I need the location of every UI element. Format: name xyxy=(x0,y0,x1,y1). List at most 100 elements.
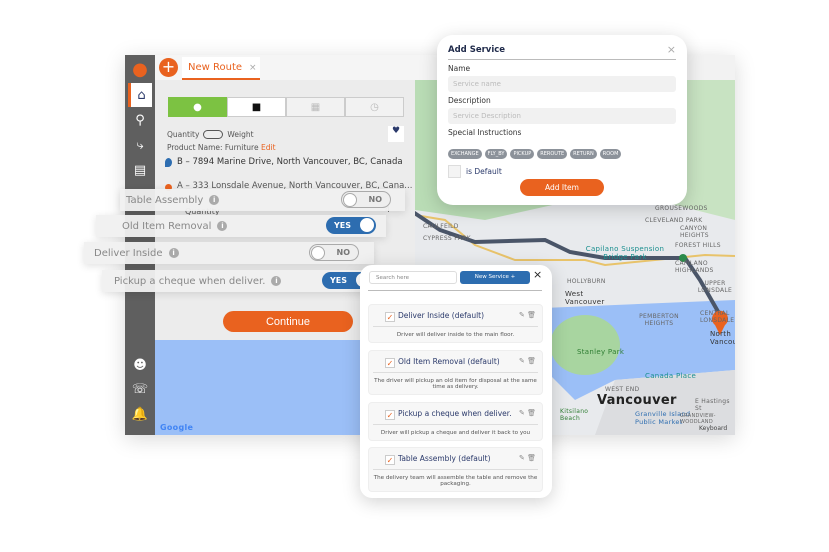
address-b: B – 7894 Marine Drive, North Vancouver, … xyxy=(177,157,403,167)
checkbox-checked-icon[interactable]: ✓ xyxy=(385,455,395,465)
headset-icon[interactable]: ☏ xyxy=(128,377,152,401)
close-icon[interactable]: × xyxy=(533,268,542,281)
info-icon[interactable]: i xyxy=(209,195,220,205)
chip-exchange[interactable]: EXCHANGE xyxy=(448,149,482,159)
info-icon[interactable]: i xyxy=(168,248,179,258)
map-label: CYPRESS PARK xyxy=(423,235,471,242)
map-label: North Vancouver xyxy=(710,330,735,346)
description-label: Description xyxy=(448,96,491,105)
step-calendar-icon[interactable]: ▦ xyxy=(286,97,345,117)
quantity-weight-toggle[interactable] xyxy=(203,130,224,139)
chip-pickup[interactable]: PICKUP xyxy=(510,149,535,159)
continue-button[interactable]: Continue xyxy=(223,311,353,332)
name-label: Name xyxy=(448,64,471,73)
edit-delete-icons[interactable]: ✎ 🗑 xyxy=(519,311,536,319)
map-label: CAULFEILD xyxy=(423,223,459,230)
map-label: GROUSEWOODS xyxy=(655,205,708,212)
info-icon[interactable]: i xyxy=(217,221,228,231)
toggle-row-pickup-cheque: Pickup a cheque when deliver. i YES xyxy=(102,270,372,292)
map-label: HOLLYBURN xyxy=(567,278,606,285)
chip-room[interactable]: ROOM xyxy=(599,149,622,159)
step-package-icon[interactable]: ■ xyxy=(227,97,286,117)
map-label: Vancouver xyxy=(597,393,677,408)
map-label: Kitsilano Beach xyxy=(560,408,589,422)
checkbox-checked-icon[interactable]: ✓ xyxy=(385,312,395,322)
edit-link[interactable]: Edit xyxy=(261,143,276,152)
service-title: Deliver Inside (default) xyxy=(398,311,485,320)
route-icon[interactable]: ⤷ xyxy=(128,133,152,157)
toggle-switch[interactable]: NO xyxy=(309,244,359,261)
special-instructions-label: Special Instructions xyxy=(448,128,522,137)
edit-delete-icons[interactable]: ✎ 🗑 xyxy=(519,357,536,365)
is-default-checkbox[interactable] xyxy=(448,165,461,178)
search-input[interactable]: Search here xyxy=(369,271,457,284)
services-panel: Search here New Service + × ✓ Deliver In… xyxy=(360,265,552,498)
service-description: Driver will pickup a cheque and deliver … xyxy=(373,424,538,436)
toggle-row-old-item-removal: Old Item Removal i YES xyxy=(96,215,386,237)
weight-label: Weight xyxy=(227,130,254,139)
toggle-row-table-assembly: Table Assembly i NO xyxy=(120,189,405,211)
toggle-label: Old Item Removal xyxy=(122,220,212,232)
home-icon[interactable]: ⌂ xyxy=(128,83,152,107)
map-label: WEST END xyxy=(605,386,640,393)
archive-icon[interactable]: ▤ xyxy=(128,158,152,182)
chip-fly-by[interactable]: FLY_BY xyxy=(484,149,508,159)
chip-reroute[interactable]: REROUTE xyxy=(537,149,568,159)
add-tab-button[interactable]: + xyxy=(159,58,178,77)
service-title: Old Item Removal (default) xyxy=(398,357,500,366)
toggle-label: Deliver Inside xyxy=(94,247,163,259)
map-keyboard-shortcuts-label[interactable]: Keyboard xyxy=(699,425,727,432)
edit-delete-icons[interactable]: ✎ 🗑 xyxy=(519,409,536,417)
profile-icon[interactable]: ☻ xyxy=(128,353,152,377)
toggle-label: Pickup a cheque when deliver. xyxy=(114,275,266,287)
service-description: Driver will deliver inside to the main f… xyxy=(373,326,538,338)
info-icon[interactable]: i xyxy=(271,276,282,286)
map-label: CENTRAL LONSDALE xyxy=(700,310,735,324)
close-icon[interactable]: × xyxy=(667,44,676,55)
search-icon[interactable]: ⚲ xyxy=(128,108,152,132)
service-card[interactable]: ✓ Table Assembly (default) ✎ 🗑 The deliv… xyxy=(368,447,543,492)
close-tab-icon[interactable]: × xyxy=(249,63,257,73)
map-label: E Hastings St xyxy=(695,398,730,412)
service-title: Table Assembly (default) xyxy=(398,454,491,463)
map-label: UPPER LONSDALE xyxy=(697,280,733,294)
service-description: The driver will pickup an old item for d… xyxy=(373,372,538,390)
service-description-input[interactable]: Service Description xyxy=(448,108,676,124)
service-card[interactable]: ✓ Pickup a cheque when deliver. ✎ 🗑 Driv… xyxy=(368,402,543,441)
tab-title: New Route xyxy=(188,62,243,73)
map-label: Capilano Suspension Bridge Park xyxy=(585,245,665,261)
new-service-button[interactable]: New Service + xyxy=(460,271,530,284)
toggle-label: Table Assembly xyxy=(126,194,204,206)
map-label: CAPILANO HIGHLANDS xyxy=(675,260,714,274)
service-card[interactable]: ✓ Deliver Inside (default) ✎ 🗑 Driver wi… xyxy=(368,304,543,343)
location-pin-logo-icon: ● xyxy=(132,58,148,80)
tab-new-route[interactable]: New Route × xyxy=(182,57,260,80)
toggle-switch[interactable]: YES xyxy=(326,217,376,234)
divider xyxy=(368,290,542,291)
edit-delete-icons[interactable]: ✎ 🗑 xyxy=(519,454,536,462)
map-label: PEMBERTON HEIGHTS xyxy=(639,313,679,327)
care-hand-icon[interactable]: ♥ xyxy=(388,126,404,142)
map-label: CANYON HEIGHTS xyxy=(680,225,709,239)
toggle-row-deliver-inside: Deliver Inside i NO xyxy=(84,242,374,264)
product-name-label: Product Name: xyxy=(167,143,223,152)
google-logo: Google xyxy=(160,423,194,432)
modal-title: Add Service xyxy=(448,45,506,55)
service-card[interactable]: ✓ Old Item Removal (default) ✎ 🗑 The dri… xyxy=(368,350,543,395)
toggle-switch[interactable]: NO xyxy=(341,191,391,208)
map-label: CLEVELAND PARK xyxy=(645,217,703,224)
service-description: The delivery team will assemble the tabl… xyxy=(373,469,538,487)
checkbox-checked-icon[interactable]: ✓ xyxy=(385,410,395,420)
checkbox-checked-icon[interactable]: ✓ xyxy=(385,358,395,368)
map-label: West Vancouver xyxy=(565,290,605,306)
map-label: Canada Place xyxy=(645,372,697,380)
chip-return[interactable]: RETURN xyxy=(570,149,597,159)
service-name-input[interactable]: Service name xyxy=(448,76,676,92)
map-label: GRANDVIEW-WOODLAND xyxy=(680,413,716,425)
add-item-button[interactable]: Add Item xyxy=(520,179,604,196)
map-label: Stanley Park xyxy=(577,348,625,356)
step-clock-icon[interactable]: ◷ xyxy=(345,97,404,117)
step-location-icon[interactable]: ● xyxy=(168,97,227,117)
service-title: Pickup a cheque when deliver. xyxy=(398,409,512,418)
bell-icon[interactable]: 🔔 xyxy=(128,402,152,426)
